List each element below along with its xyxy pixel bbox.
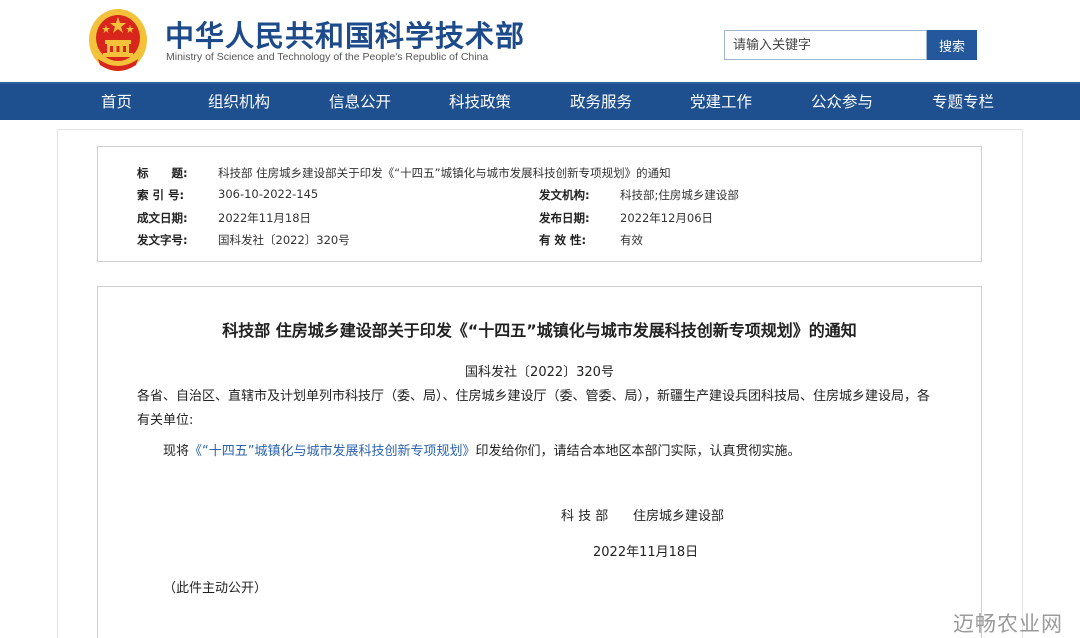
site-subtitle: Ministry of Science and Technology of th… <box>166 51 489 63</box>
recipients-line-1: 各省、自治区、直辖市及计划单列市科技厅（委、局）、住房城乡建设厅（委、管委、局）… <box>137 389 931 404</box>
main-nav: 首页 组织机构 信息公开 科技政策 政务服务 党建工作 公众参与 专题专栏 <box>0 82 1080 120</box>
meta-validity-value: 有效 <box>620 233 643 247</box>
meta-created-label: 成文日期: <box>137 211 188 225</box>
site-title[interactable]: 中华人民共和国科学技术部 <box>165 13 525 55</box>
plan-link[interactable]: 《“十四五”城镇化与城市发展科技创新专项规划》 <box>189 444 475 459</box>
meta-published-label: 发布日期: <box>539 211 590 225</box>
document-body: 科技部 住房城乡建设部关于印发《“十四五”城镇化与城市发展科技创新专项规划》的通… <box>97 286 982 638</box>
watermark: 迈畅农业网 <box>953 612 1063 636</box>
signer-mohurd: 住房城乡建设部 <box>633 509 725 524</box>
nav-item-public-participation[interactable]: 公众参与 <box>811 84 873 120</box>
document-number: 国科发社〔2022〕320号 <box>465 365 614 380</box>
meta-created-value: 2022年11月18日 <box>218 211 312 225</box>
recipients-line-2: 有关单位: <box>137 413 194 428</box>
meta-issuer-value: 科技部;住房城乡建设部 <box>620 188 739 202</box>
document-title: 科技部 住房城乡建设部关于印发《“十四五”城镇化与城市发展科技创新专项规划》的通… <box>222 321 857 340</box>
meta-index-value: 306-10-2022-145 <box>218 187 319 201</box>
meta-title-value: 科技部 住房城乡建设部关于印发《“十四五”城镇化与城市发展科技创新专项规划》的通… <box>218 166 671 180</box>
search-button[interactable]: 搜索 <box>927 30 977 60</box>
nav-item-services[interactable]: 政务服务 <box>570 84 632 120</box>
meta-index-label: 索 引 号: <box>137 188 185 202</box>
nav-item-home[interactable]: 首页 <box>101 84 132 120</box>
body-prefix: 现将 <box>163 444 190 459</box>
meta-published-value: 2022年12月06日 <box>620 211 714 225</box>
signing-date: 2022年11月18日 <box>593 545 699 560</box>
body-suffix: 印发给你们，请结合本地区本部门实际，认真贯彻实施。 <box>475 444 801 459</box>
document-metadata: 标 题: 科技部 住房城乡建设部关于印发《“十四五”城镇化与城市发展科技创新专项… <box>97 146 982 262</box>
signer-most: 科 技 部 <box>561 509 609 524</box>
nav-item-organization[interactable]: 组织机构 <box>208 84 270 120</box>
meta-issuer-label: 发文机构: <box>539 188 590 202</box>
nav-item-policy[interactable]: 科技政策 <box>449 84 511 120</box>
document-body-text: 现将《“十四五”城镇化与城市发展科技创新专项规划》印发给你们，请结合本地区本部门… <box>163 440 801 464</box>
nav-item-special-topics[interactable]: 专题专栏 <box>932 84 994 120</box>
meta-validity-label: 有 效 性: <box>539 233 587 247</box>
nav-item-party-building[interactable]: 党建工作 <box>690 84 752 120</box>
meta-docno-label: 发文字号: <box>137 233 188 247</box>
search-input[interactable] <box>724 30 927 60</box>
nav-item-info-disclosure[interactable]: 信息公开 <box>329 84 391 120</box>
meta-title-label: 标 题: <box>137 166 188 180</box>
meta-docno-value: 国科发社〔2022〕320号 <box>218 233 350 247</box>
site-header: 中华人民共和国科学技术部 Ministry of Science and Tec… <box>0 0 1080 82</box>
disclosure-note: （此件主动公开） <box>163 581 268 596</box>
national-emblem-icon[interactable] <box>88 7 148 73</box>
